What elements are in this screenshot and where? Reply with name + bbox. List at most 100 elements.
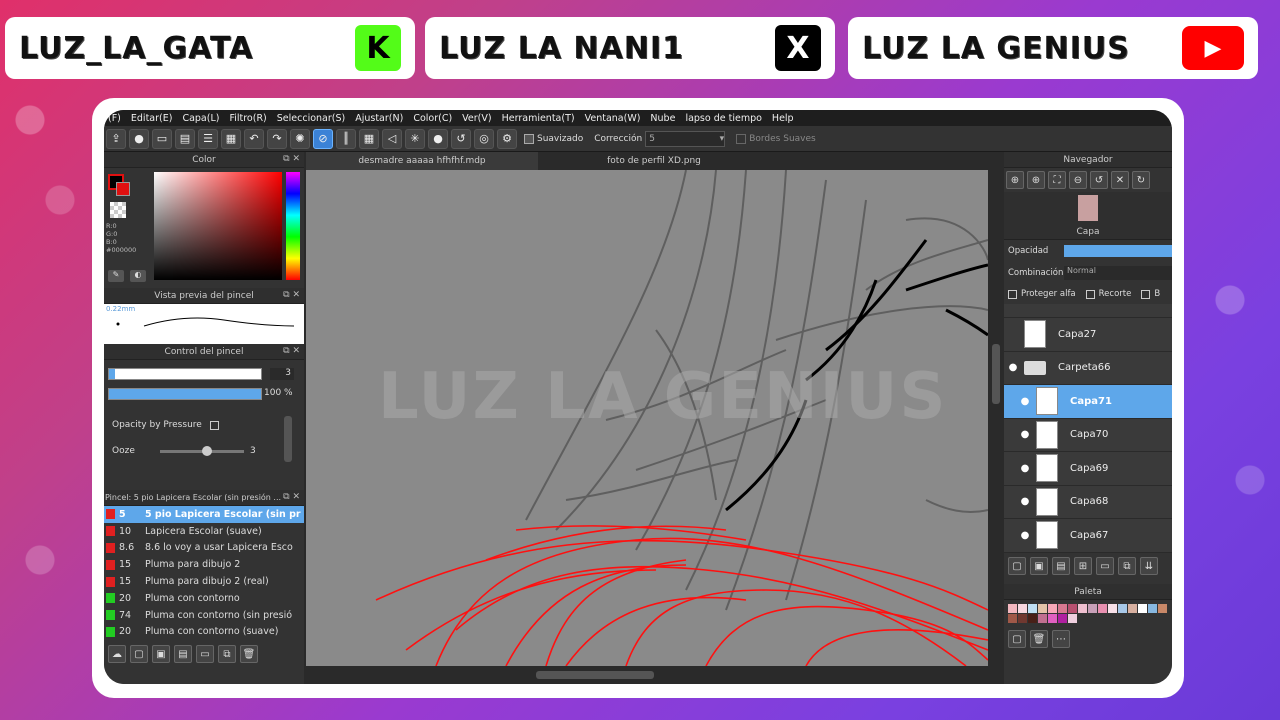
- palette-swatch[interactable]: [1048, 604, 1057, 613]
- snap-off-icon[interactable]: ⊘: [313, 128, 333, 149]
- visibility-icon[interactable]: ●: [1006, 362, 1020, 373]
- extra-checkbox[interactable]: [1141, 289, 1151, 299]
- brush-settings-icon[interactable]: ▤: [174, 645, 192, 663]
- soft-edges-checkbox[interactable]: [736, 133, 747, 144]
- palette-swatch[interactable]: [1058, 614, 1067, 623]
- cloud-brush-icon[interactable]: ☁: [108, 645, 126, 663]
- palette-swatch[interactable]: [1068, 604, 1077, 613]
- brush-list-item[interactable]: 15 Pluma para dibujo 2 (real): [104, 573, 304, 590]
- clip-checkbox[interactable]: [1085, 289, 1095, 299]
- palette-swatch[interactable]: [1078, 604, 1087, 613]
- trash-icon[interactable]: 🗑: [240, 645, 258, 663]
- merge-layer-icon[interactable]: ⇊: [1140, 557, 1158, 575]
- palette-swatch[interactable]: [1088, 604, 1097, 613]
- canvas-vertical-scrollbar[interactable]: [988, 170, 1004, 666]
- menu-item[interactable]: Ver(V): [462, 113, 491, 124]
- brush-list-item[interactable]: 20 Pluma con contorno: [104, 590, 304, 607]
- protect-alpha-checkbox[interactable]: [1008, 289, 1017, 299]
- more-icon[interactable]: ⋯: [1052, 630, 1070, 648]
- list-icon[interactable]: ☰: [198, 128, 218, 149]
- visibility-icon[interactable]: ●: [1018, 396, 1032, 407]
- palette-swatch[interactable]: [1018, 604, 1027, 613]
- menu-item[interactable]: Seleccionar(S): [277, 113, 345, 124]
- brush-size-slider[interactable]: [108, 368, 262, 380]
- menu-item[interactable]: (F): [108, 113, 121, 124]
- palette-swatch[interactable]: [1128, 604, 1137, 613]
- menu-item[interactable]: Color(C): [413, 113, 452, 124]
- layer-row[interactable]: ● Capa70: [1004, 418, 1172, 452]
- snap-perspective-icon[interactable]: ◁: [382, 128, 402, 149]
- menu-item[interactable]: Nube: [650, 113, 675, 124]
- redo-icon[interactable]: ↷: [267, 128, 287, 149]
- smooth-checkbox[interactable]: [524, 133, 534, 144]
- undo-icon[interactable]: ↶: [244, 128, 264, 149]
- zoom-in-icon[interactable]: ⊕: [1006, 171, 1024, 189]
- new-halftone-layer-icon[interactable]: ▣: [1030, 557, 1048, 575]
- new-palette-icon[interactable]: ▢: [1008, 630, 1026, 648]
- transparent-swatch[interactable]: [110, 202, 126, 218]
- duplicate-icon[interactable]: ⧉: [218, 645, 236, 663]
- brush-opacity-slider[interactable]: [108, 388, 262, 400]
- menu-item[interactable]: Ventana(W): [585, 113, 641, 124]
- new-8bit-layer-icon[interactable]: ▤: [1052, 557, 1070, 575]
- zoom-out-icon[interactable]: ⊖: [1069, 171, 1087, 189]
- brush-list-item[interactable]: 8.6 8.6 lo voy a usar Lapicera Esco: [104, 540, 304, 557]
- palette-swatch[interactable]: [1038, 604, 1047, 613]
- snap-parallel-icon[interactable]: ║: [336, 128, 356, 149]
- canvas-horizontal-scrollbar[interactable]: [306, 666, 1004, 684]
- eyedropper-icon[interactable]: ✎: [108, 270, 124, 282]
- layer-opacity-slider[interactable]: [1064, 245, 1172, 257]
- palette-swatch[interactable]: [1008, 614, 1017, 623]
- secondary-color-swatch[interactable]: [116, 182, 130, 196]
- palette-swatch[interactable]: [1038, 614, 1047, 623]
- menu-item[interactable]: Herramienta(T): [502, 113, 575, 124]
- palette-swatch[interactable]: [1158, 604, 1167, 613]
- add-brush-icon[interactable]: ▣: [152, 645, 170, 663]
- tab-desmadre[interactable]: desmadre aaaaa hfhfhf.mdp: [306, 152, 538, 170]
- palette-swatch[interactable]: [1008, 604, 1017, 613]
- new-layer-icon[interactable]: ▢: [1008, 557, 1026, 575]
- brush-control-scrollbar[interactable]: [284, 416, 292, 462]
- snap-circle-icon[interactable]: ●: [428, 128, 448, 149]
- layer-row[interactable]: ● Capa69: [1004, 452, 1172, 486]
- add-layer-icon[interactable]: ⊞: [1074, 557, 1092, 575]
- layer-row[interactable]: ● Capa68: [1004, 485, 1172, 519]
- comment-icon[interactable]: ▭: [152, 128, 172, 149]
- snap-concentric-icon[interactable]: ◎: [474, 128, 494, 149]
- spinner-icon[interactable]: ✺: [290, 128, 310, 149]
- snap-grid-icon[interactable]: ▦: [359, 128, 379, 149]
- layer-row[interactable]: ● Capa71: [1004, 385, 1172, 419]
- settings-icon[interactable]: ⚙: [497, 128, 517, 149]
- layer-folder[interactable]: ● Carpeta66: [1004, 351, 1172, 385]
- trash-icon[interactable]: 🗑: [1030, 630, 1048, 648]
- snap-curve-icon[interactable]: ↺: [451, 128, 471, 149]
- brush-list-item[interactable]: 20 Pluma con contorno (suave): [104, 624, 304, 641]
- chat-icon[interactable]: ●: [129, 128, 149, 149]
- palette-swatch[interactable]: [1108, 604, 1117, 613]
- rotate-left-icon[interactable]: ↺: [1090, 171, 1108, 189]
- hue-slider[interactable]: [286, 172, 300, 280]
- visibility-icon[interactable]: ●: [1018, 530, 1032, 541]
- opacity-pressure-checkbox[interactable]: [210, 421, 219, 430]
- visibility-icon[interactable]: ●: [1018, 429, 1032, 440]
- palette-swatch[interactable]: [1058, 604, 1067, 613]
- brush-list-item[interactable]: 5 5 pio Lapicera Escolar (sin pr: [104, 506, 304, 523]
- ooze-slider[interactable]: [160, 446, 244, 456]
- layer-row[interactable]: Capa27: [1004, 318, 1172, 352]
- panel-controls-icon[interactable]: ⧉ ✕: [283, 290, 300, 300]
- reset-icon[interactable]: ✕: [1111, 171, 1129, 189]
- palette-swatch[interactable]: [1098, 604, 1107, 613]
- menu-item[interactable]: Filtro(R): [229, 113, 266, 124]
- menu-item[interactable]: Ajustar(N): [355, 113, 403, 124]
- new-brush-icon[interactable]: ▢: [130, 645, 148, 663]
- rotate-right-icon[interactable]: ↻: [1132, 171, 1150, 189]
- color-wheel-icon[interactable]: ◐: [130, 270, 146, 282]
- panel-controls-icon[interactable]: ⧉ ✕: [283, 492, 300, 502]
- visibility-icon[interactable]: ●: [1018, 496, 1032, 507]
- brush-list-item[interactable]: 74 Pluma con contorno (sin presió: [104, 607, 304, 624]
- menu-item[interactable]: Editar(E): [131, 113, 173, 124]
- palette-swatch[interactable]: [1118, 604, 1127, 613]
- zoom-in-2-icon[interactable]: ⊕: [1027, 171, 1045, 189]
- palette-swatch[interactable]: [1048, 614, 1057, 623]
- fit-icon[interactable]: ⛶: [1048, 171, 1066, 189]
